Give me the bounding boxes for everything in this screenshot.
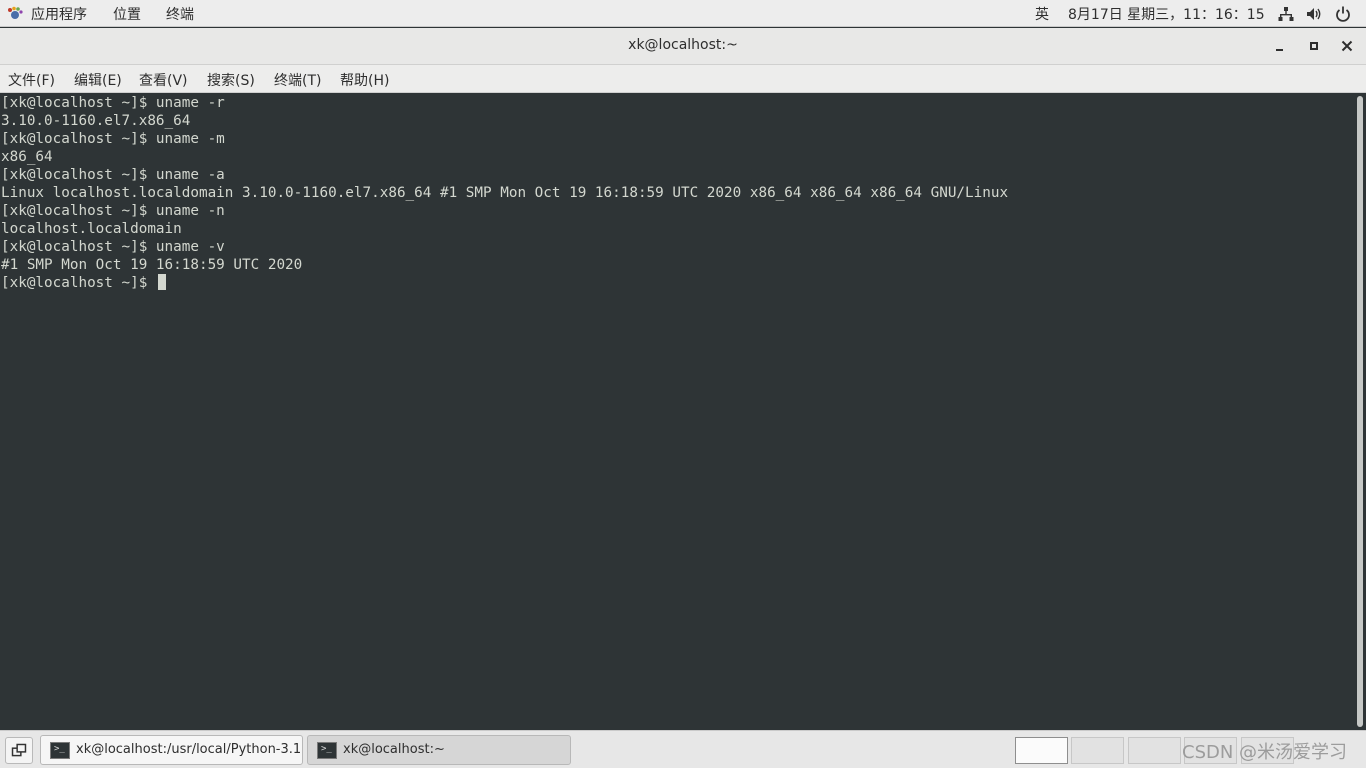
- terminal-app-menu[interactable]: 终端: [166, 4, 194, 24]
- power-icon[interactable]: [1334, 5, 1352, 23]
- show-desktop-button[interactable]: [5, 737, 33, 764]
- clock[interactable]: 8月17日 星期三，11：16：15: [1068, 4, 1265, 24]
- watermark: CSDN @米汤爱学习: [1182, 742, 1348, 763]
- workspace-1[interactable]: [1015, 737, 1068, 764]
- places-menu[interactable]: 位置: [113, 4, 141, 24]
- menu-view[interactable]: 查看(V): [139, 70, 188, 90]
- terminal-icon: >_: [50, 742, 70, 759]
- menu-help[interactable]: 帮助(H): [340, 70, 389, 90]
- menu-terminal[interactable]: 终端(T): [274, 70, 321, 90]
- scrollbar-thumb[interactable]: [1357, 96, 1363, 727]
- input-method-indicator[interactable]: 英: [1035, 4, 1049, 24]
- terminal-output[interactable]: [xk@localhost ~]$ uname -r 3.10.0-1160.e…: [0, 93, 1354, 730]
- taskbar-window-home[interactable]: >_ xk@localhost:~: [307, 735, 571, 765]
- terminal-line: [xk@localhost ~]$ uname -a: [1, 167, 225, 183]
- terminal-line: Linux localhost.localdomain 3.10.0-1160.…: [1, 185, 1009, 201]
- window-titlebar[interactable]: xk@localhost:~: [0, 28, 1366, 65]
- terminal-line: [xk@localhost ~]$ uname -m: [1, 131, 225, 147]
- menu-file[interactable]: 文件(F): [8, 70, 55, 90]
- terminal-icon: >_: [317, 742, 337, 759]
- terminal-line: [xk@localhost ~]$ uname -v: [1, 239, 225, 255]
- task-label: xk@localhost:/usr/local/Python-3.1…: [76, 742, 303, 757]
- terminal-scrollbar[interactable]: [1354, 93, 1366, 730]
- text-cursor: [157, 274, 166, 290]
- terminal-line: [xk@localhost ~]$ uname -n: [1, 203, 225, 219]
- workspace-3[interactable]: [1128, 737, 1181, 764]
- gnome-foot-icon[interactable]: [7, 6, 23, 22]
- volume-icon[interactable]: [1305, 5, 1323, 23]
- terminal-prompt-line[interactable]: [xk@localhost ~]$: [1, 274, 1008, 292]
- taskbar: >_ xk@localhost:/usr/local/Python-3.1… >…: [0, 730, 1366, 768]
- show-desktop-icon: [11, 743, 27, 757]
- terminal-line: [xk@localhost ~]$ uname -r: [1, 95, 225, 111]
- window-title: xk@localhost:~: [628, 37, 738, 53]
- minimize-button[interactable]: [1271, 37, 1289, 55]
- close-button[interactable]: [1338, 37, 1356, 55]
- terminal-line: #1 SMP Mon Oct 19 16:18:59 UTC 2020: [1, 257, 303, 273]
- terminal-line: x86_64: [1, 149, 53, 165]
- network-icon[interactable]: [1277, 5, 1295, 23]
- top-panel: 应用程序 位置 终端 英 8月17日 星期三，11：16：15: [0, 0, 1366, 27]
- terminal-line: localhost.localdomain: [1, 221, 182, 237]
- task-label: xk@localhost:~: [343, 742, 445, 757]
- menubar: 文件(F) 编辑(E) 查看(V) 搜索(S) 终端(T) 帮助(H): [0, 65, 1366, 93]
- terminal-lines: [xk@localhost ~]$ uname -r 3.10.0-1160.e…: [1, 94, 1008, 292]
- taskbar-window-python[interactable]: >_ xk@localhost:/usr/local/Python-3.1…: [40, 735, 303, 765]
- applications-menu[interactable]: 应用程序: [31, 4, 87, 24]
- terminal-line: 3.10.0-1160.el7.x86_64: [1, 113, 191, 129]
- terminal-prompt: [xk@localhost ~]$: [1, 275, 156, 291]
- maximize-button[interactable]: [1305, 37, 1323, 55]
- menu-search[interactable]: 搜索(S): [207, 70, 255, 90]
- workspace-2[interactable]: [1071, 737, 1124, 764]
- menu-edit[interactable]: 编辑(E): [74, 70, 122, 90]
